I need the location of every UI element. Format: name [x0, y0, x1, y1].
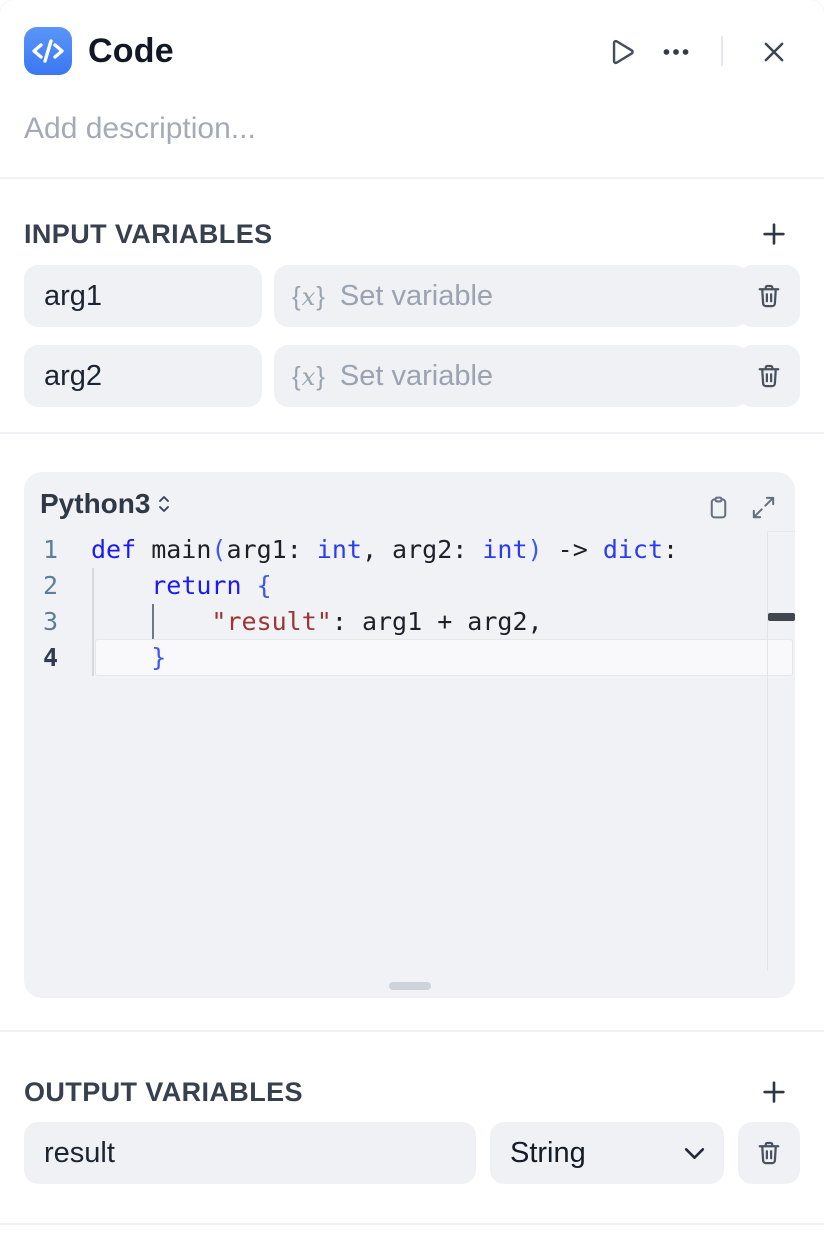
- code-node-panel: Code Add description... INPUT VARIABLES …: [0, 0, 824, 1236]
- code-line[interactable]: 2 return {: [24, 568, 795, 604]
- expand-icon: [750, 494, 777, 521]
- output-name-field[interactable]: result: [24, 1122, 476, 1184]
- close-button[interactable]: [756, 34, 792, 70]
- code-line[interactable]: 4 }: [24, 640, 795, 676]
- variable-name-field[interactable]: arg1: [24, 265, 262, 327]
- add-output-variable-button[interactable]: [758, 1076, 790, 1108]
- code-text: def main(arg1: int, arg2: int) -> dict:: [91, 532, 678, 568]
- variable-name-field[interactable]: arg2: [24, 345, 262, 407]
- set-variable-field[interactable]: {x} Set variable: [274, 265, 748, 327]
- line-number: 4: [24, 640, 58, 676]
- add-input-variable-button[interactable]: [758, 218, 790, 250]
- input-variable-row: arg2 {x} Set variable: [24, 345, 800, 407]
- node-title: Code: [88, 32, 174, 71]
- code-editor[interactable]: 1 def main(arg1: int, arg2: int) -> dict:…: [24, 532, 795, 962]
- input-variables-title: INPUT VARIABLES: [24, 219, 273, 250]
- resize-drag-handle[interactable]: [389, 982, 431, 990]
- scrollbar-track[interactable]: [767, 531, 795, 971]
- delete-variable-button[interactable]: [738, 1122, 800, 1184]
- code-text: }: [91, 640, 166, 676]
- code-node-icon: [24, 27, 72, 75]
- output-variables-title: OUTPUT VARIABLES: [24, 1077, 303, 1108]
- divider: [0, 1223, 824, 1225]
- run-button[interactable]: [602, 34, 638, 70]
- variable-icon: {x}: [292, 361, 326, 392]
- code-line[interactable]: 3 "result": arg1 + arg2,: [24, 604, 795, 640]
- description-input[interactable]: Add description...: [24, 112, 256, 146]
- code-brackets-icon: [24, 27, 72, 75]
- line-number: 1: [24, 532, 58, 568]
- more-menu-button[interactable]: [658, 34, 694, 70]
- code-line[interactable]: 1 def main(arg1: int, arg2: int) -> dict:: [24, 532, 795, 568]
- output-type-select[interactable]: String: [490, 1122, 724, 1184]
- output-variable-row: result String: [24, 1122, 800, 1184]
- clipboard-icon: [705, 494, 732, 521]
- expand-code-button[interactable]: [748, 492, 778, 522]
- plus-icon: [759, 219, 789, 249]
- set-variable-field[interactable]: {x} Set variable: [274, 345, 748, 407]
- variable-icon: {x}: [292, 281, 326, 312]
- trash-icon: [754, 281, 784, 311]
- ellipsis-icon: [659, 35, 693, 69]
- chevron-up-down-icon: [156, 492, 172, 516]
- line-number: 3: [24, 604, 58, 640]
- divider: [0, 432, 824, 434]
- copy-code-button[interactable]: [703, 492, 733, 522]
- trash-icon: [754, 361, 784, 391]
- code-text: "result": arg1 + arg2,: [91, 604, 543, 640]
- code-text: return {: [91, 568, 272, 604]
- scrollbar-cursor-marker: [768, 613, 795, 621]
- trash-icon: [754, 1138, 784, 1168]
- input-variable-row: arg1 {x} Set variable: [24, 265, 800, 327]
- line-number: 2: [24, 568, 58, 604]
- divider: [0, 177, 824, 179]
- delete-variable-button[interactable]: [738, 345, 800, 407]
- language-selector[interactable]: Python3: [40, 488, 172, 520]
- divider: [0, 1030, 824, 1032]
- delete-variable-button[interactable]: [738, 265, 800, 327]
- header-divider: [721, 36, 723, 66]
- chevron-down-icon: [683, 1146, 706, 1161]
- play-icon: [603, 35, 637, 69]
- plus-icon: [759, 1077, 789, 1107]
- close-icon: [759, 37, 789, 67]
- code-editor-panel: Python3 1def main(a: [24, 472, 795, 998]
- language-label: Python3: [40, 488, 150, 520]
